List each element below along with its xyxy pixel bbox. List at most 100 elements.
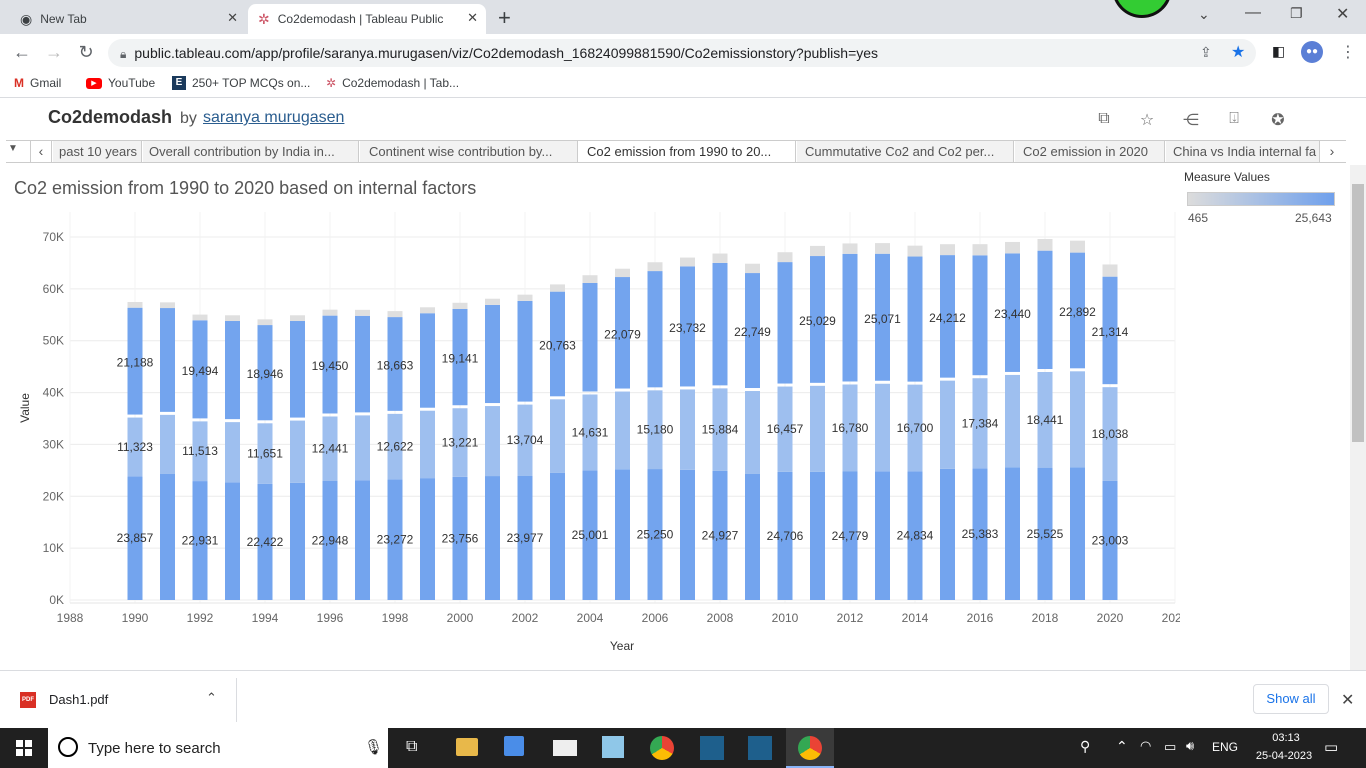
story-point[interactable]: Continent wise contribution by... bbox=[360, 141, 578, 162]
x-tick-label: 2006 bbox=[642, 611, 669, 625]
y-tick-label: 20K bbox=[43, 489, 64, 503]
file-explorer-icon[interactable] bbox=[456, 738, 478, 756]
chevron-down-icon[interactable]: ⌄ bbox=[1198, 6, 1210, 23]
copy-icon[interactable]: ⧉ bbox=[1094, 110, 1114, 130]
caret-down-icon[interactable]: ▼ bbox=[8, 143, 18, 154]
bar-segment bbox=[842, 243, 858, 254]
profile-icon[interactable]: ●● bbox=[1301, 41, 1323, 63]
minimize-icon[interactable]: — bbox=[1245, 4, 1261, 22]
new-tab-button[interactable]: + bbox=[498, 5, 511, 31]
restore-icon[interactable]: ❐ bbox=[1290, 5, 1303, 22]
clock-date[interactable]: 25-04-2023 bbox=[1248, 750, 1320, 762]
reload-icon[interactable]: ↻ bbox=[74, 40, 98, 64]
download-icon[interactable]: ⍗ bbox=[1224, 110, 1244, 130]
scrollbar-thumb[interactable] bbox=[1352, 184, 1364, 442]
bar-segment bbox=[647, 271, 663, 388]
back-icon[interactable]: ← bbox=[10, 40, 34, 64]
badge-icon[interactable]: ✪ bbox=[1268, 110, 1288, 130]
close-icon[interactable]: ✕ bbox=[227, 10, 238, 26]
bar-segment bbox=[615, 391, 630, 470]
x-tick-label: 1994 bbox=[252, 611, 279, 625]
taskbar-search[interactable]: Type here to search 🎙︎ bbox=[48, 728, 388, 768]
bookmark-co2demodash[interactable]: ✲ Co2demodash | Tab... bbox=[326, 76, 459, 90]
data-label: 24,779 bbox=[832, 529, 869, 543]
tab-new-tab[interactable]: ◉ New Tab ✕ bbox=[12, 4, 246, 34]
bookmark-youtube[interactable]: ▶ YouTube bbox=[86, 76, 155, 90]
bookmark-gmail[interactable]: M Gmail bbox=[14, 76, 61, 90]
bookmark-label: Gmail bbox=[30, 76, 62, 90]
bar-segment bbox=[225, 482, 240, 600]
close-icon[interactable]: ✕ bbox=[1341, 690, 1354, 710]
story-point[interactable]: China vs India internal fa bbox=[1166, 141, 1320, 162]
data-label: 21,314 bbox=[1092, 325, 1129, 339]
bar-segment bbox=[972, 244, 988, 256]
bar-segment bbox=[225, 422, 240, 483]
bar-segment bbox=[355, 315, 370, 413]
url-text: public.tableau.com/app/profile/saranya.m… bbox=[134, 45, 879, 61]
y-tick-label: 60K bbox=[43, 282, 64, 296]
y-tick-label: 30K bbox=[43, 437, 64, 451]
data-label: 24,706 bbox=[767, 529, 804, 543]
mysql-icon[interactable] bbox=[700, 736, 724, 760]
bar-segment bbox=[322, 309, 338, 316]
mysql-icon-2[interactable] bbox=[748, 736, 772, 760]
search-placeholder: Type here to search bbox=[88, 740, 221, 757]
windows-start-icon[interactable] bbox=[16, 740, 32, 756]
task-view-icon[interactable]: ⧉ bbox=[406, 738, 417, 756]
microphone-icon[interactable]: 🎙︎ bbox=[364, 738, 383, 756]
bookmark-mcqs[interactable]: E 250+ TOP MCQs on... bbox=[172, 76, 310, 90]
story-point[interactable]: Co2 emission in 2020 bbox=[1015, 141, 1165, 162]
bar-segment bbox=[875, 383, 890, 472]
mail-icon[interactable] bbox=[553, 740, 577, 756]
data-label: 23,272 bbox=[377, 533, 414, 547]
story-point[interactable]: Cummutative Co2 and Co2 per... bbox=[797, 141, 1014, 162]
data-label: 13,704 bbox=[507, 433, 544, 447]
story-point[interactable]: past 10 years bbox=[53, 141, 142, 162]
close-icon[interactable]: ✕ bbox=[467, 10, 478, 26]
favorite-star-icon[interactable]: ☆ bbox=[1137, 110, 1157, 130]
notification-icon[interactable]: ▭ bbox=[1324, 738, 1338, 756]
story-point-active[interactable]: Co2 emission from 1990 to 20... bbox=[579, 141, 796, 162]
menu-icon[interactable]: ⋮ bbox=[1340, 42, 1356, 62]
story-next-icon[interactable]: › bbox=[1321, 141, 1343, 162]
data-label: 22,931 bbox=[182, 534, 219, 548]
tab-tableau[interactable]: ✲ Co2demodash | Tableau Public ✕ bbox=[248, 4, 486, 34]
share-icon[interactable]: ⋲ bbox=[1181, 110, 1201, 130]
wifi-icon[interactable]: ◠ bbox=[1140, 738, 1151, 754]
download-filename[interactable]: Dash1.pdf bbox=[49, 692, 108, 707]
volume-icon[interactable]: 🔊︎ bbox=[1186, 738, 1194, 754]
x-tick-label: 2012 bbox=[837, 611, 864, 625]
chevron-up-icon[interactable]: ⌃ bbox=[1116, 738, 1128, 755]
story-point[interactable]: Overall contribution by India in... bbox=[143, 141, 359, 162]
bar-segment bbox=[615, 268, 630, 278]
clock-time[interactable]: 03:13 bbox=[1262, 732, 1310, 744]
bar-segment bbox=[192, 314, 208, 321]
show-all-button[interactable]: Show all bbox=[1253, 684, 1329, 714]
data-label: 25,250 bbox=[637, 528, 674, 542]
y-tick-label: 70K bbox=[43, 230, 64, 244]
data-label: 15,884 bbox=[702, 423, 739, 437]
forward-icon[interactable]: → bbox=[42, 40, 66, 64]
bar-segment bbox=[420, 478, 435, 600]
chevron-up-icon[interactable]: ⌃ bbox=[206, 690, 217, 706]
snowflake-app-icon[interactable] bbox=[602, 736, 624, 758]
language-indicator[interactable]: ENG bbox=[1212, 740, 1238, 754]
bar-segment bbox=[875, 243, 890, 254]
author-link[interactable]: saranya murugasen bbox=[203, 109, 344, 127]
battery-icon[interactable]: ▭ bbox=[1164, 739, 1176, 755]
bar-segment bbox=[940, 468, 955, 600]
address-bar[interactable]: 🔒︎ public.tableau.com/app/profile/saranya… bbox=[108, 39, 1256, 67]
share-icon[interactable]: ⇪ bbox=[1200, 44, 1212, 61]
sidepanel-icon[interactable]: ◧ bbox=[1272, 43, 1285, 60]
bar-segment bbox=[290, 420, 305, 483]
people-icon[interactable]: ⚲ bbox=[1080, 738, 1090, 755]
chart-title: Co2 emission from 1990 to 2020 based on … bbox=[14, 178, 477, 198]
data-label: 12,441 bbox=[312, 442, 349, 456]
x-tick-label: 2022 bbox=[1162, 611, 1180, 625]
data-label: 17,384 bbox=[962, 416, 999, 430]
store-icon[interactable] bbox=[504, 736, 524, 756]
chrome-icon[interactable] bbox=[650, 736, 674, 760]
window-close-icon[interactable]: ✕ bbox=[1336, 4, 1349, 24]
star-icon[interactable]: ★ bbox=[1231, 42, 1245, 62]
story-prev-icon[interactable]: ‹ bbox=[30, 141, 52, 162]
